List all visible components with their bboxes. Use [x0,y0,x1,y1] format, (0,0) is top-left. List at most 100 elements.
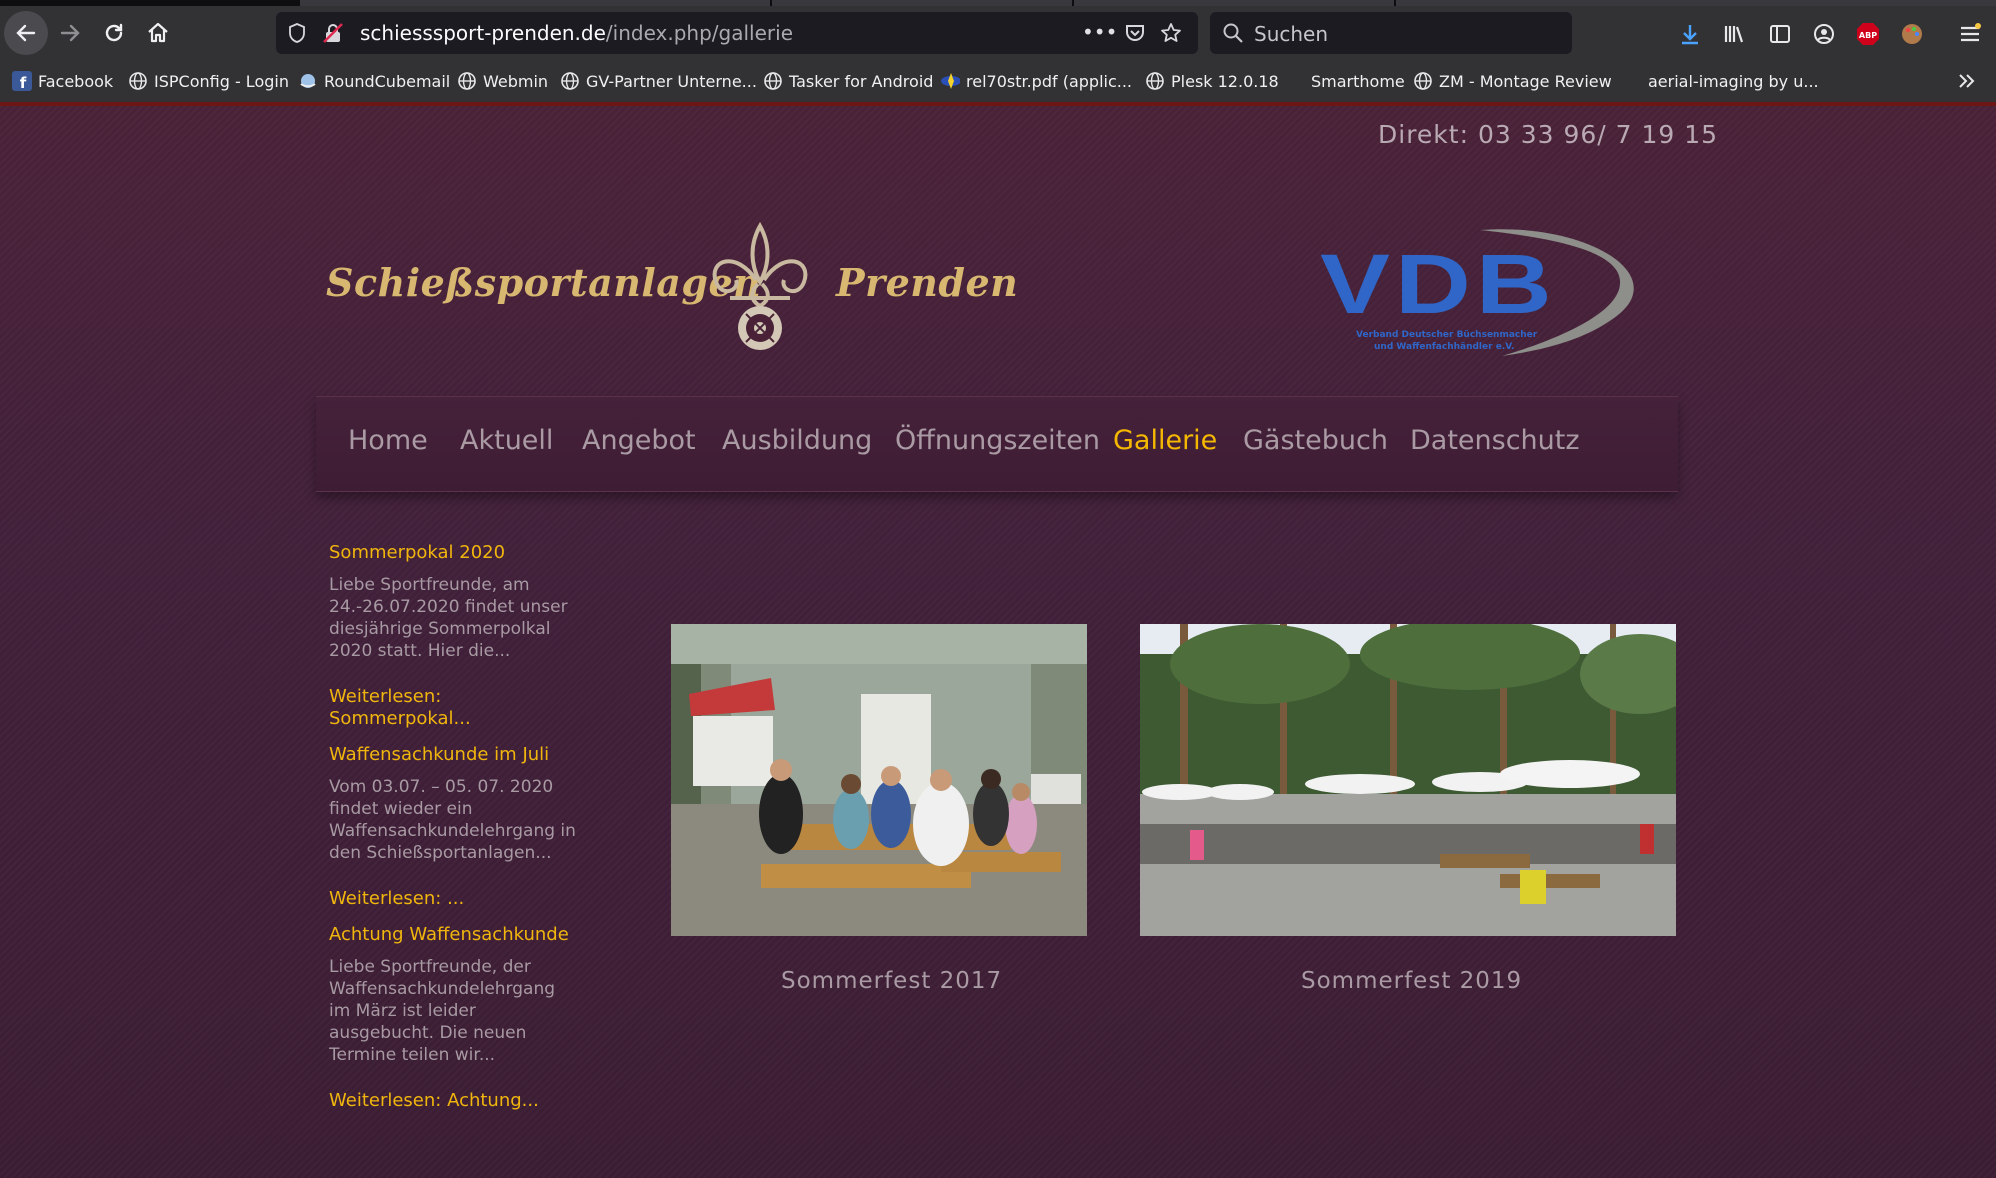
news-teaser-line: Vom 03.07. – 05. 07. 2020 [329,777,554,797]
news-teaser: Vom 03.07. – 05. 07. 2020 findet wieder … [329,776,589,864]
menu-item-aktuell[interactable]: Aktuell [460,425,553,456]
bookmark-smarthome[interactable]: Smarthome [1311,70,1405,92]
news-teaser-line: Liebe Sportfreunde, am [329,575,530,595]
vdb-letters: VDB [1320,237,1557,331]
gallery-photo-sommerfest-2019[interactable] [1140,624,1676,936]
bookmark-zm-montage[interactable]: ZM - Montage Review [1413,70,1612,92]
palette-icon[interactable] [1898,20,1926,48]
bookmark-plesk[interactable]: Plesk 12.0.18 [1145,70,1279,92]
menu-item-datenschutz[interactable]: Datenschutz [1410,425,1580,456]
bookmark-gv-partner[interactable]: GV-Partner Unterne... [560,70,757,92]
news-read-more-link[interactable]: Weiterlesen: Sommerpokal... [329,686,579,730]
globe-icon [1413,71,1433,91]
pocket-icon[interactable] [1124,22,1146,44]
forward-button[interactable] [48,11,92,55]
adblock-icon[interactable]: ABP [1854,20,1882,48]
news-teaser-line: Waffensachkundelehrgang [329,979,556,999]
news-title[interactable]: Waffensachkunde im Juli [329,744,549,765]
globe-icon [560,71,580,91]
bookmark-facebook[interactable]: f Facebook [12,70,113,92]
svg-text:f: f [20,74,27,91]
url-path: /index.php/gallerie [605,21,793,45]
gallery-photo-sommerfest-2017[interactable] [671,624,1087,936]
news-teaser-line: den Schießsportanlagen... [329,843,552,863]
vdb-logo[interactable]: VDB Verband Deutscher Büchsenmacher und … [1318,222,1658,362]
bookmark-label: Facebook [38,71,114,91]
news-teaser-line: findet wieder ein [329,799,473,819]
menu-item-home[interactable]: Home [348,425,428,456]
news-teaser-line: Liebe Sportfreunde, der [329,957,531,977]
bookmark-label: RoundCubemail [324,71,451,91]
url-domain: schiesssport-prenden.de [360,21,606,45]
site-logo[interactable]: Schießsportanlagen Prenden [322,220,1018,370]
arrow-left-icon [16,24,36,42]
facebook-icon: f [12,71,32,91]
menu-item-angebot[interactable]: Angebot [582,425,696,456]
bookmarks-toolbar: f Facebook ISPConfig - Login RoundCubema… [0,60,1996,102]
menu-item-ausbildung[interactable]: Ausbildung [722,425,872,456]
menu-item-gaestebuch[interactable]: Gästebuch [1243,425,1388,456]
news-teaser-line: diesjährige Sommerpolkal [329,619,551,639]
bookmark-label: Tasker for Android [789,71,934,91]
search-icon [1223,23,1243,43]
bookmark-label: rel70str.pdf (applic... [966,71,1133,91]
reload-icon [105,23,123,42]
bookmark-webmin[interactable]: Webmin [457,70,548,92]
back-button[interactable] [4,11,48,55]
svg-text:ABP: ABP [1859,31,1877,40]
url-text[interactable]: schiesssport-prenden.de/index.php/galler… [360,21,793,45]
bookmark-label: ISPConfig - Login [154,71,289,91]
bookmark-label: ZM - Montage Review [1439,71,1612,91]
chevron-double-right-icon [1959,74,1975,88]
search-placeholder: Suchen [1254,22,1329,46]
photo-thumbnail [671,624,1087,936]
bookmark-label: aerial-imaging by u... [1648,71,1819,91]
pdf-icon [940,71,960,91]
news-teaser-line: 2020 statt. Hier die... [329,641,511,661]
news-title[interactable]: Achtung Waffensachkunde [329,924,569,945]
menu-item-gallerie[interactable]: Gallerie [1113,425,1217,456]
page-actions-icon[interactable]: ••• [1082,20,1117,44]
logo-word-left: Schießsportanlagen [326,260,762,305]
home-icon [148,22,168,43]
search-bar[interactable]: Suchen [1210,12,1572,54]
globe-icon [457,71,477,91]
menu-item-oeffnungszeiten[interactable]: Öffnungszeiten [895,425,1100,456]
reload-button[interactable] [92,11,136,55]
gallery-caption[interactable]: Sommerfest 2017 [781,968,1002,994]
globe-icon [1145,71,1165,91]
menu-icon[interactable] [1956,20,1984,48]
globe-icon [128,71,148,91]
bookmark-label: GV-Partner Unterne... [586,71,757,91]
read-more-line: Sommerpokal... [329,708,471,729]
bookmarks-overflow-button[interactable] [1956,70,1978,92]
bookmark-aerial-imaging[interactable]: aerial-imaging by u... [1648,70,1819,92]
bookmark-rel70str[interactable]: rel70str.pdf (applic... [940,70,1132,92]
news-teaser: Liebe Sportfreunde, am 24.-26.07.2020 fi… [329,574,589,662]
news-title[interactable]: Sommerpokal 2020 [329,542,505,563]
news-read-more-link[interactable]: Weiterlesen: Achtung... [329,1090,579,1112]
fleur-de-lis-icon [712,221,808,350]
news-read-more-link[interactable]: Weiterlesen: ... [329,888,579,910]
home-button[interactable] [136,11,180,55]
library-icon[interactable] [1720,20,1748,48]
roundcube-icon [298,71,318,91]
gallery-caption[interactable]: Sommerfest 2019 [1301,968,1522,994]
account-icon[interactable] [1810,20,1838,48]
star-icon[interactable] [1160,22,1182,44]
news-teaser: Liebe Sportfreunde, der Waffensachkundel… [329,956,589,1066]
url-bar[interactable]: schiesssport-prenden.de/index.php/galler… [276,12,1198,54]
bookmark-ispconfig[interactable]: ISPConfig - Login [128,70,289,92]
photo-thumbnail [1140,624,1676,936]
phone-number: Direkt: 03 33 96/ 7 19 15 [1378,120,1719,149]
download-icon[interactable] [1676,20,1704,48]
sidebar-icon[interactable] [1766,20,1794,48]
news-teaser-line: 24.-26.07.2020 findet unser [329,597,568,617]
shield-icon[interactable] [286,22,308,44]
bookmark-roundcube[interactable]: RoundCubemail [298,70,450,92]
news-teaser-line: Termine teilen wir... [329,1045,496,1065]
news-teaser-line: im März ist leider [329,1001,476,1021]
bookmark-tasker[interactable]: Tasker for Android [763,70,933,92]
vdb-subtitle-line2: und Waffenfachhändler e.V. [1374,342,1515,352]
insecure-lock-icon[interactable] [322,22,344,44]
